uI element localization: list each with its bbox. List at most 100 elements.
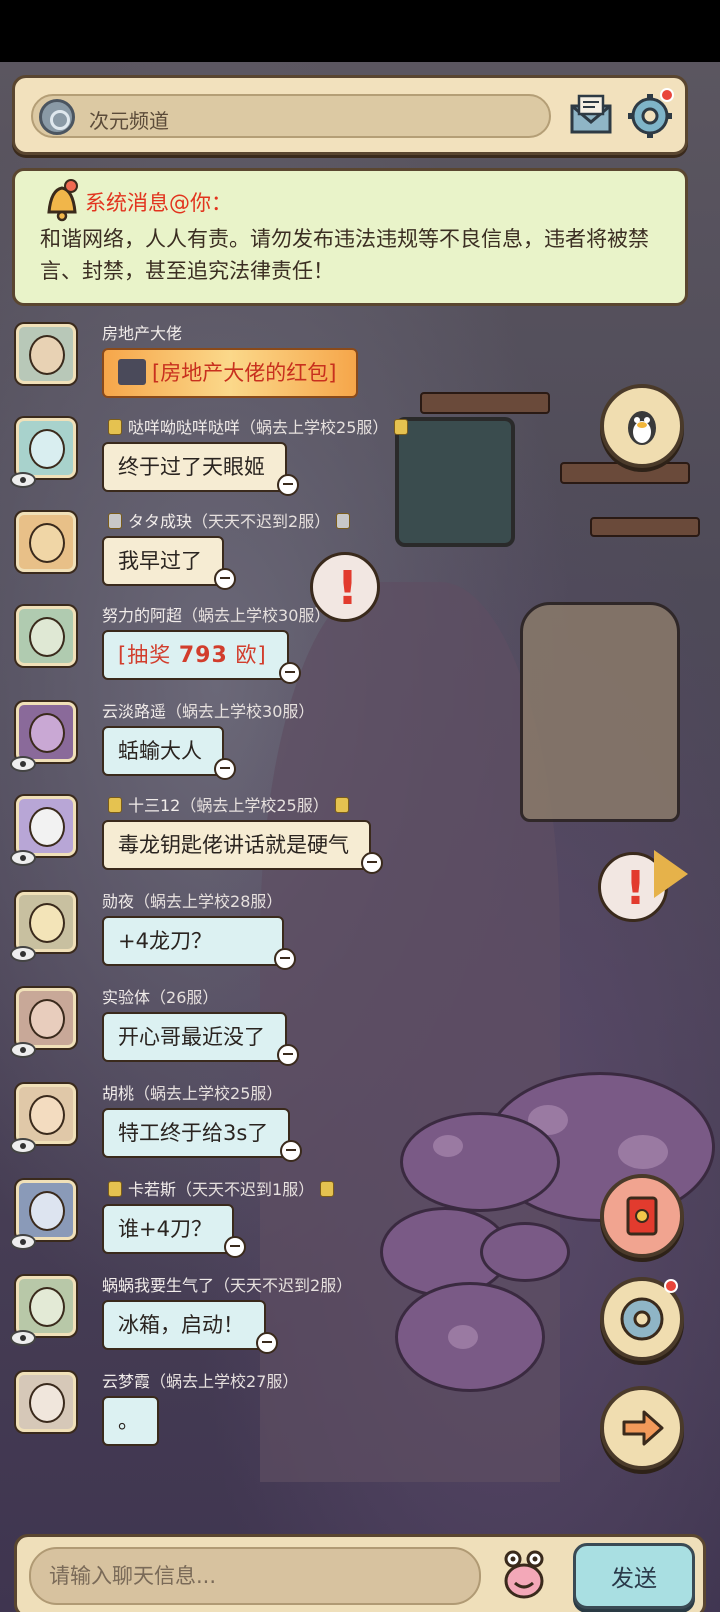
channel-selector[interactable]: 次元频道	[31, 94, 551, 138]
channel-icon	[39, 99, 75, 135]
avatar[interactable]	[16, 1180, 76, 1240]
sender-name: 勋夜（蜗去上学校28服）	[102, 892, 283, 911]
message-bubble[interactable]: +4龙刀？	[102, 916, 296, 970]
eye-badge-icon	[10, 946, 36, 962]
avatar[interactable]	[16, 1084, 76, 1144]
message-bubble[interactable]: 开心哥最近没了	[102, 1012, 299, 1066]
chat-message: 云淡路遥（蜗去上学校30服） 蛞蝓大人	[0, 698, 600, 790]
red-envelope-icon	[626, 1196, 658, 1236]
medal-icon	[334, 797, 349, 813]
chat-message: 实验体（26服） 开心哥最近没了	[0, 984, 600, 1076]
scroll-right-arrow-icon[interactable]	[654, 850, 688, 898]
medal-icon	[108, 797, 122, 813]
sender-name: タタ成玦（天天不迟到2服）	[102, 508, 356, 532]
speech-tail-icon	[280, 1140, 303, 1162]
top-bar: 次元频道	[12, 75, 688, 155]
system-message-panel: 系统消息@你： 和谐网络，人人有责。请勿发布违法违规等不良信息，违者将被禁言、封…	[12, 168, 688, 306]
emoji-icon[interactable]	[495, 1547, 553, 1605]
avatar[interactable]	[16, 1276, 76, 1336]
avatar[interactable]	[16, 324, 76, 384]
bell-icon	[41, 178, 83, 222]
sender-name: 云淡路遥（蜗去上学校30服）	[102, 702, 315, 721]
message-bubble[interactable]: 。	[102, 1396, 159, 1446]
medal-icon	[108, 1181, 122, 1197]
chat-message: 蜗蜗我要生气了（天天不迟到2服） 冰箱，启动！	[0, 1272, 600, 1364]
avatar[interactable]	[16, 418, 76, 478]
send-button[interactable]: 发送	[573, 1543, 695, 1609]
red-packet-bubble[interactable]: [房地产大佬的红包]	[102, 348, 359, 398]
chat-message: 胡桃（蜗去上学校25服） 特工终于给3s了	[0, 1080, 600, 1172]
notification-dot	[660, 88, 674, 102]
message-bubble[interactable]: 毒龙钥匙佬讲话就是硬气	[102, 820, 383, 874]
medal-icon	[394, 419, 409, 435]
speech-tail-icon	[223, 1236, 246, 1258]
avatar[interactable]	[16, 702, 76, 762]
chat-message: 卡若斯（天天不迟到1服） 谁+4刀？	[0, 1176, 600, 1268]
medal-icon	[336, 513, 351, 529]
speech-tail-icon	[361, 852, 383, 874]
red-packet-button[interactable]	[600, 1174, 684, 1258]
avatar[interactable]	[16, 512, 76, 572]
chat-message: 哒咩呦哒咩哒咩（蜗去上学校25服） 终于过了天眼姬	[0, 414, 600, 506]
system-message-title: 系统消息@你：	[85, 191, 232, 215]
sender-name: 实验体（26服）	[102, 988, 219, 1007]
chat-message: 十三12（蜗去上学校25服） 毒龙钥匙佬讲话就是硬气	[0, 792, 600, 884]
sender-name: 房地产大佬	[102, 324, 183, 343]
message-bubble[interactable]: 蛞蝓大人	[102, 726, 236, 780]
avatar[interactable]	[16, 892, 76, 952]
sender-name: 十三12（蜗去上学校25服）	[102, 792, 355, 816]
message-bubble[interactable]: 我早过了	[102, 536, 236, 590]
medal-icon	[108, 513, 122, 529]
chat-message: 努力的阿超（蜗去上学校30服） [抽奖 793 欧]	[0, 602, 600, 694]
sender-name: 云梦霞（蜗去上学校27服）	[102, 1372, 299, 1391]
notification-dot	[664, 1279, 678, 1293]
eye-badge-icon	[10, 1042, 36, 1058]
lottery-bubble[interactable]: [抽奖 793 欧]	[102, 630, 301, 684]
sender-name: 蜗蜗我要生气了（天天不迟到2服）	[102, 1276, 353, 1295]
channel-label: 次元频道	[89, 109, 169, 133]
disc-icon	[620, 1297, 664, 1341]
sender-name: 卡若斯（天天不迟到1服）	[102, 1176, 340, 1200]
speech-tail-icon	[273, 948, 296, 970]
message-bubble[interactable]: 谁+4刀？	[102, 1204, 246, 1258]
eye-badge-icon	[10, 850, 36, 866]
speech-tail-icon	[277, 1044, 299, 1066]
penguin-icon	[628, 411, 656, 445]
speech-tail-icon	[278, 662, 301, 684]
qq-penguin-button[interactable]	[600, 384, 684, 468]
chat-message: 房地产大佬 [房地产大佬的红包]	[0, 320, 600, 412]
avatar[interactable]	[16, 796, 76, 856]
chat-screen: 次元频道	[0, 62, 720, 1612]
eye-badge-icon	[10, 472, 36, 488]
avatar[interactable]	[16, 606, 76, 666]
sender-name: 胡桃（蜗去上学校25服）	[102, 1084, 283, 1103]
speech-tail-icon	[214, 568, 236, 590]
chat-message: タタ成玦（天天不迟到2服） 我早过了	[0, 508, 600, 600]
red-packet-icon	[118, 359, 146, 385]
message-bubble[interactable]: 冰箱，启动！	[102, 1300, 278, 1354]
system-message-body: 和谐网络，人人有责。请勿发布违法违规等不良信息，违者将被禁言、封禁，甚至追究法律…	[40, 227, 649, 283]
chat-input-bar: 发送	[14, 1534, 706, 1612]
next-arrow-button[interactable]	[600, 1386, 684, 1470]
eye-badge-icon	[10, 756, 36, 772]
sender-name: 努力的阿超（蜗去上学校30服）	[102, 606, 331, 625]
avatar[interactable]	[16, 988, 76, 1048]
mail-icon[interactable]	[568, 92, 614, 136]
arrow-right-icon	[622, 1410, 664, 1446]
chat-message: 勋夜（蜗去上学校28服） +4龙刀？	[0, 888, 600, 980]
medal-icon	[108, 419, 122, 435]
eye-badge-icon	[10, 1138, 36, 1154]
eye-badge-icon	[10, 1330, 36, 1346]
chat-message: 云梦霞（蜗去上学校27服） 。	[0, 1368, 600, 1460]
avatar[interactable]	[16, 1372, 76, 1432]
speech-tail-icon	[214, 758, 236, 780]
chat-input[interactable]	[29, 1547, 481, 1605]
record-button[interactable]	[600, 1277, 684, 1361]
speech-tail-icon	[256, 1332, 278, 1354]
sender-name: 哒咩呦哒咩哒咩（蜗去上学校25服）	[102, 414, 414, 438]
medal-icon	[320, 1181, 335, 1197]
message-bubble[interactable]: 终于过了天眼姬	[102, 442, 299, 496]
message-bubble[interactable]: 特工终于给3s了	[102, 1108, 303, 1162]
settings-gear-icon[interactable]	[626, 88, 678, 140]
eye-badge-icon	[10, 1234, 36, 1250]
